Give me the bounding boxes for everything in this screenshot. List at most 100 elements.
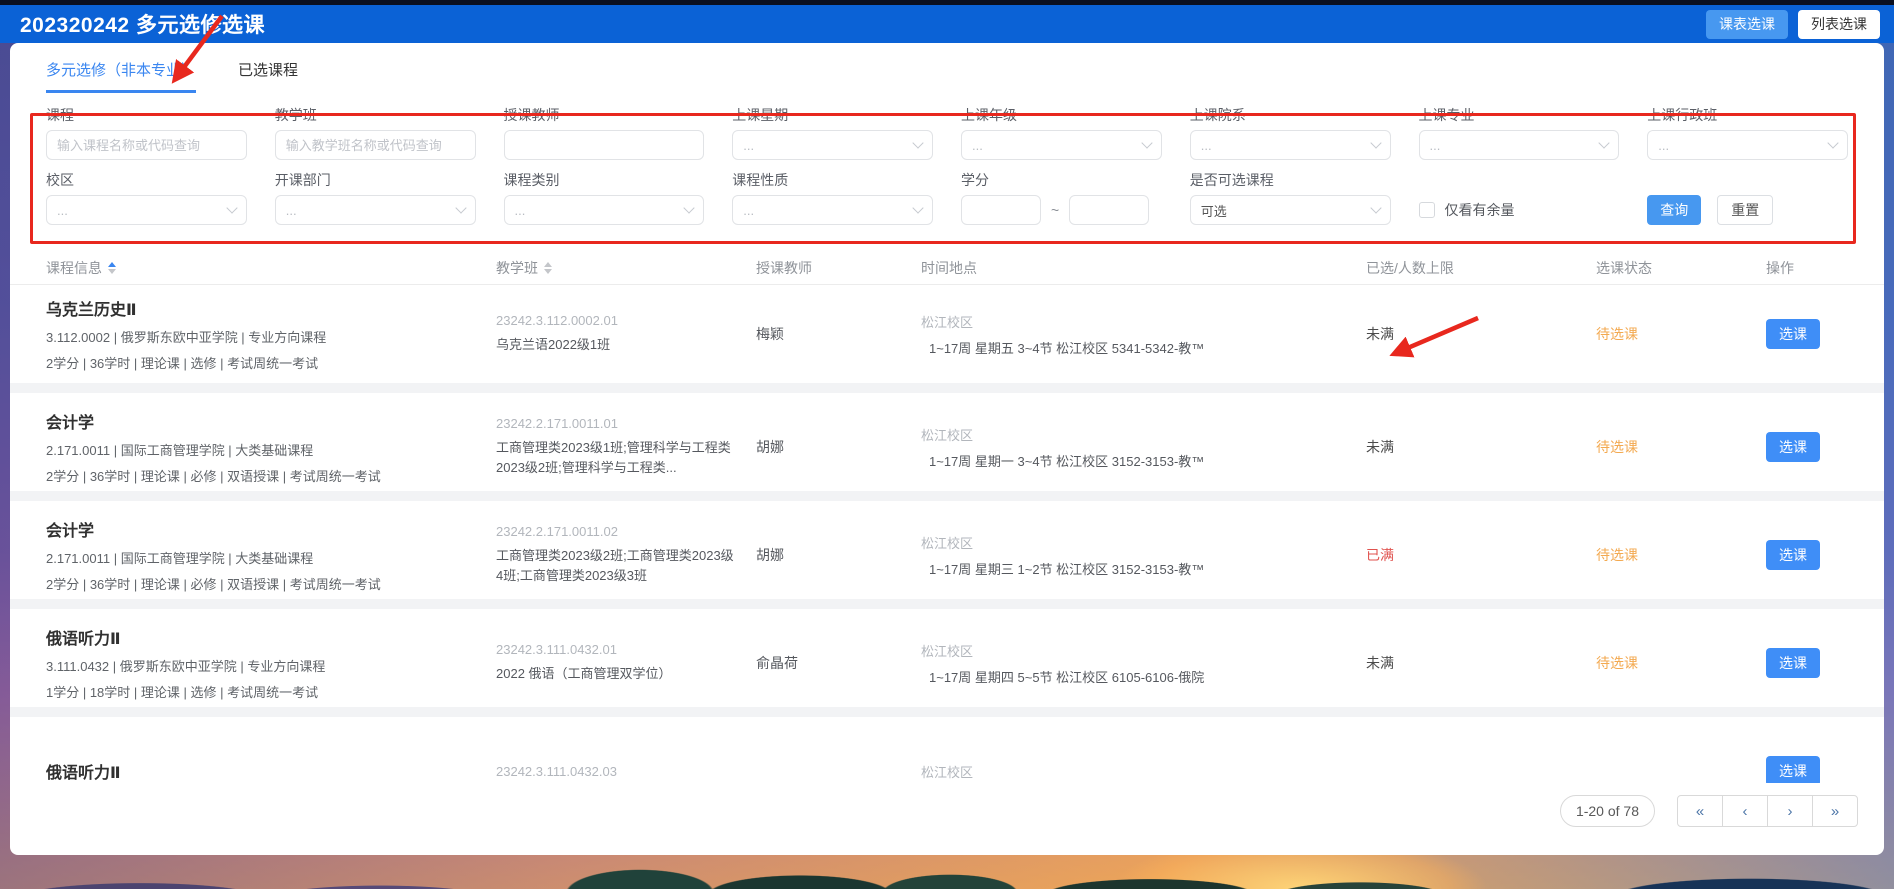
- chevron-down-icon: [1370, 202, 1381, 213]
- course-meta: 1学分 | 18学时 | 理论课 | 选修 | 考试周统一考试: [46, 682, 476, 701]
- time-place-cell: 松江校区 1~17周 星期四 5~5节 松江校区 6105-6106-俄院: [921, 641, 1366, 686]
- chevron-down-icon: [912, 202, 923, 213]
- select-value: ...: [743, 203, 754, 218]
- page-title: 202320242 多元选修选课: [20, 9, 265, 39]
- class-code: 23242.3.111.0432.01: [496, 642, 736, 657]
- credit-max-input[interactable]: [1069, 195, 1149, 225]
- capacity-cell: 未满: [1366, 324, 1596, 344]
- select-value: ...: [1201, 138, 1212, 153]
- only-available-checkbox[interactable]: [1419, 202, 1435, 218]
- filter-nature: 课程性质 ...: [732, 170, 933, 225]
- weekday-select[interactable]: ...: [732, 130, 933, 160]
- time-place-cell: 松江校区 1~17周 星期一 3~4节 松江校区 3152-3153-教™: [921, 425, 1366, 470]
- filter-label: 课程: [46, 105, 247, 125]
- schedule: 1~17周 星期三 1~2节 松江校区 3152-3153-教™: [921, 559, 1346, 578]
- selectable-select[interactable]: 可选: [1190, 195, 1391, 225]
- column-teacher: 授课教师: [756, 258, 921, 278]
- capacity-cell: 未满: [1366, 653, 1596, 673]
- class-code: 23242.3.112.0002.01: [496, 313, 736, 328]
- class-code: 23242.3.111.0432.03: [496, 764, 736, 779]
- table-row: 乌克兰历史Ⅱ 3.112.0002 | 俄罗斯东欧中亚学院 | 专业方向课程 2…: [10, 285, 1884, 383]
- class-name: 乌克兰语2022级1班: [496, 335, 736, 355]
- capacity-cell: 未满: [1366, 437, 1596, 457]
- column-label: 教学班: [496, 258, 538, 278]
- select-course-button[interactable]: 选课: [1766, 432, 1820, 462]
- sort-icon[interactable]: [544, 262, 552, 274]
- column-capacity: 已选/人数上限: [1366, 258, 1596, 278]
- course-meta: 2学分 | 36学时 | 理论课 | 必修 | 双语授课 | 考试周统一考试: [46, 574, 476, 593]
- column-class[interactable]: 教学班: [496, 258, 756, 278]
- course-meta: 2学分 | 36学时 | 理论课 | 必修 | 双语授课 | 考试周统一考试: [46, 466, 476, 485]
- filter-label: 上课行政班: [1647, 105, 1848, 125]
- table-row: 俄语听力Ⅱ 3.111.0432 | 俄罗斯东欧中亚学院 | 专业方向课程 1学…: [10, 599, 1884, 707]
- campus: 松江校区: [921, 533, 1346, 552]
- chevron-down-icon: [912, 137, 923, 148]
- nature-select[interactable]: ...: [732, 195, 933, 225]
- select-value: ...: [57, 203, 68, 218]
- filter-panel: 课程 教学班 授课教师 上课星期 ... 上课年级 .: [10, 105, 1884, 239]
- search-button[interactable]: 查询: [1647, 195, 1701, 225]
- time-place-cell: 松江校区: [921, 762, 1366, 781]
- course-input[interactable]: [46, 130, 247, 160]
- timetable-select-button[interactable]: 课表选课: [1706, 10, 1788, 39]
- teacher-cell: 胡娜: [756, 437, 921, 457]
- select-value: ...: [743, 138, 754, 153]
- filter-label: 课程性质: [732, 170, 933, 190]
- last-page-button[interactable]: »: [1812, 795, 1858, 827]
- filter-label: 是否可选课程: [1190, 170, 1391, 190]
- teacher-cell: 俞晶荷: [756, 653, 921, 673]
- campus-select[interactable]: ...: [46, 195, 247, 225]
- prev-page-button[interactable]: ‹: [1722, 795, 1768, 827]
- class-input[interactable]: [275, 130, 476, 160]
- filter-label: 上课年级: [961, 105, 1162, 125]
- course-title: 俄语听力Ⅱ: [46, 625, 476, 649]
- credit-min-input[interactable]: [961, 195, 1041, 225]
- list-select-button[interactable]: 列表选课: [1798, 10, 1880, 39]
- grade-select[interactable]: ...: [961, 130, 1162, 160]
- time-place-cell: 松江校区 1~17周 星期三 1~2节 松江校区 3152-3153-教™: [921, 533, 1366, 578]
- department-select[interactable]: ...: [275, 195, 476, 225]
- course-info-cell: 会计学 2.171.0011 | 国际工商管理学院 | 大类基础课程 2学分 |…: [46, 517, 496, 593]
- class-name: 工商管理类2023级1班;管理科学与工程类2023级2班;管理科学与工程类...: [496, 438, 736, 478]
- filter-campus: 校区 ...: [46, 170, 247, 225]
- filter-major: 上课专业 ...: [1419, 105, 1620, 160]
- filter-credit: 学分 ~: [961, 170, 1162, 225]
- reset-button[interactable]: 重置: [1717, 195, 1773, 225]
- admin-class-select[interactable]: ...: [1647, 130, 1848, 160]
- table-header: 课程信息 教学班 授课教师 时间地点 已选/人数上限 选课状态 操作: [10, 251, 1884, 285]
- course-info-cell: 俄语听力Ⅱ 3.111.0432 | 俄罗斯东欧中亚学院 | 专业方向课程 1学…: [46, 625, 496, 701]
- status-cell: 待选课: [1596, 437, 1766, 457]
- sort-icon[interactable]: [108, 262, 116, 274]
- status-cell: 待选课: [1596, 545, 1766, 565]
- category-select[interactable]: ...: [504, 195, 705, 225]
- select-course-button[interactable]: 选课: [1766, 540, 1820, 570]
- select-course-button[interactable]: 选课: [1766, 648, 1820, 678]
- class-cell: 23242.2.171.0011.02 工商管理类2023级2班;工商管理类20…: [496, 524, 756, 586]
- filter-label: 上课星期: [732, 105, 933, 125]
- chevron-down-icon: [1141, 137, 1152, 148]
- next-page-button[interactable]: ›: [1767, 795, 1813, 827]
- tab-multi-elective[interactable]: 多元选修（非本专业）: [46, 59, 196, 93]
- course-meta: 2.171.0011 | 国际工商管理学院 | 大类基础课程: [46, 440, 476, 459]
- major-select[interactable]: ...: [1419, 130, 1620, 160]
- pagination: 1-20 of 78 « ‹ › »: [1560, 795, 1858, 827]
- faculty-select[interactable]: ...: [1190, 130, 1391, 160]
- filter-admin-class: 上课行政班 ...: [1647, 105, 1848, 160]
- select-course-button[interactable]: 选课: [1766, 319, 1820, 349]
- filter-label: 学分: [961, 170, 1162, 190]
- column-course-info[interactable]: 课程信息: [46, 258, 496, 278]
- table-row: 会计学 2.171.0011 | 国际工商管理学院 | 大类基础课程 2学分 |…: [10, 383, 1884, 491]
- action-cell: 选课: [1766, 540, 1848, 570]
- select-value: ...: [1430, 138, 1441, 153]
- teacher-input[interactable]: [504, 130, 705, 160]
- filter-label: 课程类别: [504, 170, 705, 190]
- course-meta: 3.112.0002 | 俄罗斯东欧中亚学院 | 专业方向课程: [46, 327, 476, 346]
- teacher-cell: 梅颖: [756, 324, 921, 344]
- course-meta: 2学分 | 36学时 | 理论课 | 选修 | 考试周统一考试: [46, 353, 476, 372]
- tree-silhouettes: [0, 853, 1894, 889]
- select-course-button[interactable]: 选课: [1766, 756, 1820, 783]
- tab-selected-courses[interactable]: 已选课程: [238, 59, 298, 93]
- first-page-button[interactable]: «: [1677, 795, 1723, 827]
- course-list: 乌克兰历史Ⅱ 3.112.0002 | 俄罗斯东欧中亚学院 | 专业方向课程 2…: [10, 285, 1884, 783]
- select-value: ...: [972, 138, 983, 153]
